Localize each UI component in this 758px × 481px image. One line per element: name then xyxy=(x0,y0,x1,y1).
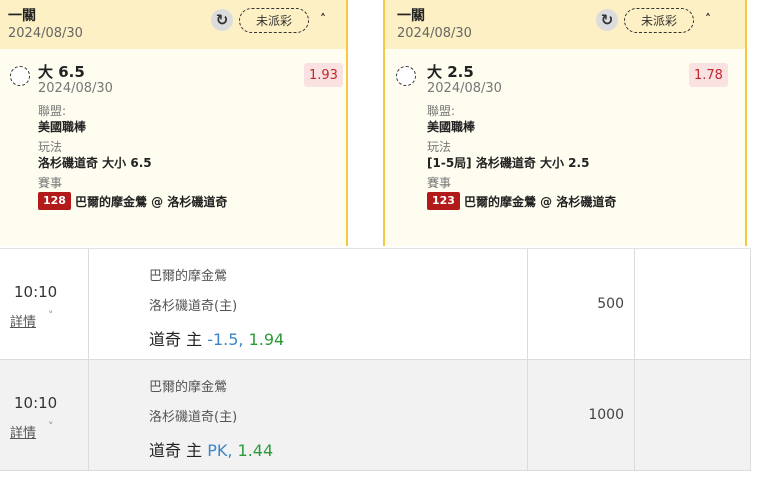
slip-header[interactable]: 一關 2024/08/30 ↻ 未派彩 ˄ xyxy=(0,0,346,49)
status-badge: 未派彩 xyxy=(624,8,694,33)
description-cell: 巴爾的摩金鶯 洛杉磯道奇(主) 道奇 主 -1.5, 1.94 xyxy=(89,249,528,359)
match-number-badge: 123 xyxy=(427,192,460,210)
stake-cell: 500 xyxy=(528,249,635,359)
odds-badge: 1.93 xyxy=(304,63,343,87)
time-cell: 10:10 詳情 ˅ xyxy=(0,249,89,359)
status-badge: 未派彩 xyxy=(239,8,309,33)
event-label: 賽事 xyxy=(38,176,63,190)
selection-name: 大 6.5 xyxy=(38,63,85,81)
radio-icon[interactable] xyxy=(396,66,416,86)
slip-date: 2024/08/30 xyxy=(397,26,472,41)
odds-badge: 1.78 xyxy=(689,63,728,87)
match-name: 巴爾的摩金鶯 @ 洛杉磯道奇 xyxy=(74,194,228,209)
chevron-down-icon[interactable]: ˅ xyxy=(48,309,54,322)
league-label: 聯盟: xyxy=(38,104,67,118)
bet-slip-card-1: 一關 2024/08/30 ↻ 未派彩 ˄ 1.93 大 6.5 2024/08… xyxy=(0,0,348,246)
stake-amount: 500 xyxy=(597,296,624,312)
refresh-icon[interactable]: ↻ xyxy=(211,9,233,31)
team-home: 洛杉磯道奇(主) xyxy=(149,299,238,314)
bet-odds: 1.44 xyxy=(237,441,274,460)
bet-time: 10:10 xyxy=(14,394,58,412)
match-name: 巴爾的摩金鶯 @ 洛杉磯道奇 xyxy=(463,194,617,209)
bet-team: 道奇 主 xyxy=(149,441,203,460)
selection-date: 2024/08/30 xyxy=(38,81,113,96)
bet-history-table: 10:10 詳情 ˅ 巴爾的摩金鶯 洛杉磯道奇(主) 道奇 主 -1.5, 1.… xyxy=(0,248,751,471)
bet-team: 道奇 主 xyxy=(149,330,203,349)
chevron-down-icon[interactable]: ˅ xyxy=(48,420,54,433)
table-row: 10:10 詳情 ˅ 巴爾的摩金鶯 洛杉磯道奇(主) 道奇 主 PK, 1.44… xyxy=(0,360,751,471)
slip-body: 1.93 大 6.5 2024/08/30 聯盟: 美國職棒 玩法 洛杉磯道奇 … xyxy=(0,49,346,210)
bet-handicap: PK, xyxy=(207,441,233,460)
team-home: 洛杉磯道奇(主) xyxy=(149,410,238,425)
market-value: 洛杉磯道奇 大小 6.5 xyxy=(38,156,152,170)
league-value: 美國職棒 xyxy=(427,120,476,134)
chevron-up-icon[interactable]: ˄ xyxy=(705,12,711,26)
radio-icon[interactable] xyxy=(10,66,30,86)
stake-cell: 1000 xyxy=(528,360,635,470)
market-label: 玩法 xyxy=(38,140,63,154)
chevron-up-icon[interactable]: ˄ xyxy=(320,12,326,26)
bet-slip-card-2: 一關 2024/08/30 ↻ 未派彩 ˄ 1.78 大 2.5 2024/08… xyxy=(383,0,747,246)
league-value: 美國職棒 xyxy=(38,120,87,134)
table-row: 10:10 詳情 ˅ 巴爾的摩金鶯 洛杉磯道奇(主) 道奇 主 -1.5, 1.… xyxy=(0,249,751,360)
slip-body: 1.78 大 2.5 2024/08/30 聯盟: 美國職棒 玩法 [1-5局]… xyxy=(385,49,745,210)
market-value: [1-5局] 洛杉磯道奇 大小 2.5 xyxy=(427,156,590,170)
detail-link[interactable]: 詳情 xyxy=(10,311,36,330)
bet-handicap: -1.5, xyxy=(207,330,244,349)
team-away: 巴爾的摩金鶯 xyxy=(149,380,228,395)
bet-odds: 1.94 xyxy=(248,330,285,349)
time-cell: 10:10 詳情 ˅ xyxy=(0,360,89,470)
slip-header[interactable]: 一關 2024/08/30 ↻ 未派彩 ˄ xyxy=(385,0,745,49)
refresh-icon[interactable]: ↻ xyxy=(596,9,618,31)
event-label: 賽事 xyxy=(427,176,452,190)
league-label: 聯盟: xyxy=(427,104,456,118)
team-away: 巴爾的摩金鶯 xyxy=(149,269,228,284)
detail-link[interactable]: 詳情 xyxy=(10,422,36,441)
description-cell: 巴爾的摩金鶯 洛杉磯道奇(主) 道奇 主 PK, 1.44 xyxy=(89,360,528,470)
bet-line: 道奇 主 PK, 1.44 xyxy=(149,437,273,461)
bet-line: 道奇 主 -1.5, 1.94 xyxy=(149,326,284,350)
market-label: 玩法 xyxy=(427,140,452,154)
bet-time: 10:10 xyxy=(14,283,58,301)
match-number-badge: 128 xyxy=(38,192,71,210)
stake-amount: 1000 xyxy=(588,407,624,423)
